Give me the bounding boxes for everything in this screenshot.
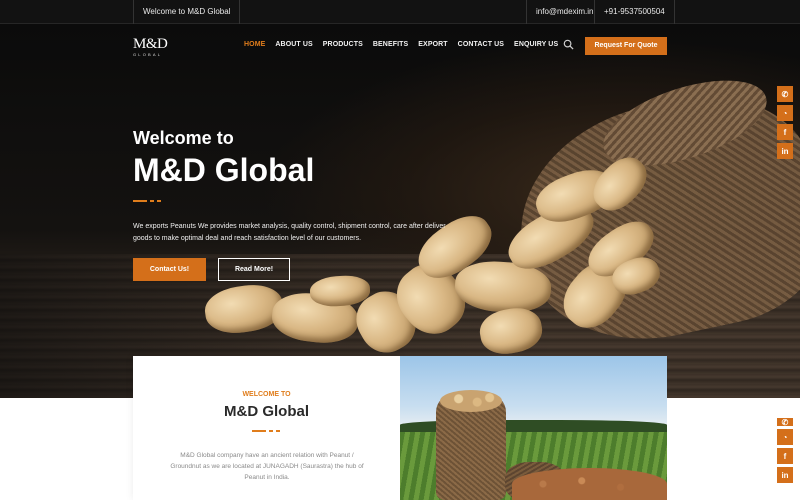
contact-us-button[interactable]: Contact Us! — [133, 258, 206, 281]
facebook-icon[interactable]: f — [777, 124, 793, 140]
hero-subtitle: Welcome to — [133, 128, 234, 148]
nav-item-home[interactable]: HOME — [244, 41, 265, 48]
whatsapp-icon[interactable]: ◔ — [777, 429, 793, 445]
topbar-phone-link[interactable]: +91-9537500504 — [594, 0, 675, 24]
whatsapp-icon[interactable]: ◔ — [777, 105, 793, 121]
search-icon[interactable] — [563, 39, 574, 50]
hero-title: M&D Global — [133, 152, 315, 188]
nav-item-about-us[interactable]: ABOUT US — [275, 41, 312, 48]
about-text: M&D Global company have an ancient relat… — [170, 452, 364, 481]
linkedin-icon[interactable]: in — [777, 143, 793, 159]
topbar-email-link[interactable]: info@mdexim.in — [526, 0, 602, 24]
nav-menu: HOME ABOUT US PRODUCTS BENEFITS EXPORT C… — [244, 41, 558, 48]
main-navbar: M&D GLOBAL HOME ABOUT US PRODUCTS BENEFI… — [0, 24, 800, 68]
top-bar: Welcome to M&D Global info@mdexim.in +91… — [0, 0, 800, 24]
read-more-button[interactable]: Read More! — [218, 258, 290, 281]
phone-icon[interactable]: ✆ — [777, 86, 793, 102]
about-title: M&D Global — [224, 403, 309, 420]
logo-subtitle: GLOBAL — [133, 52, 163, 57]
about-card: WELCOME TO M&D Global M&D Global company… — [133, 356, 400, 500]
nav-item-enquiry-us[interactable]: ENQUIRY US — [514, 41, 558, 48]
hero-section: M&D GLOBAL HOME ABOUT US PRODUCTS BENEFI… — [0, 24, 800, 398]
logo[interactable]: M&D — [133, 36, 168, 53]
nav-item-contact-us[interactable]: CONTACT US — [458, 41, 504, 48]
about-kicker: WELCOME TO — [242, 391, 291, 398]
nav-item-products[interactable]: PRODUCTS — [323, 41, 363, 48]
peanut-field-image — [400, 356, 667, 500]
nav-item-benefits[interactable]: BENEFITS — [373, 41, 408, 48]
nav-item-export[interactable]: EXPORT — [418, 41, 447, 48]
facebook-icon[interactable]: f — [777, 448, 793, 464]
phone-icon[interactable]: ✆ — [777, 418, 793, 427]
hero-description: We exports Peanuts We provides market an… — [133, 223, 446, 242]
social-sidebar: ✆ ◔ f in — [777, 86, 793, 162]
social-sidebar-bottom: ✆ ◔ f in — [777, 418, 793, 486]
request-quote-button[interactable]: Request For Quote — [585, 37, 667, 55]
linkedin-icon[interactable]: in — [777, 467, 793, 483]
topbar-welcome-text: Welcome to M&D Global — [133, 0, 241, 24]
